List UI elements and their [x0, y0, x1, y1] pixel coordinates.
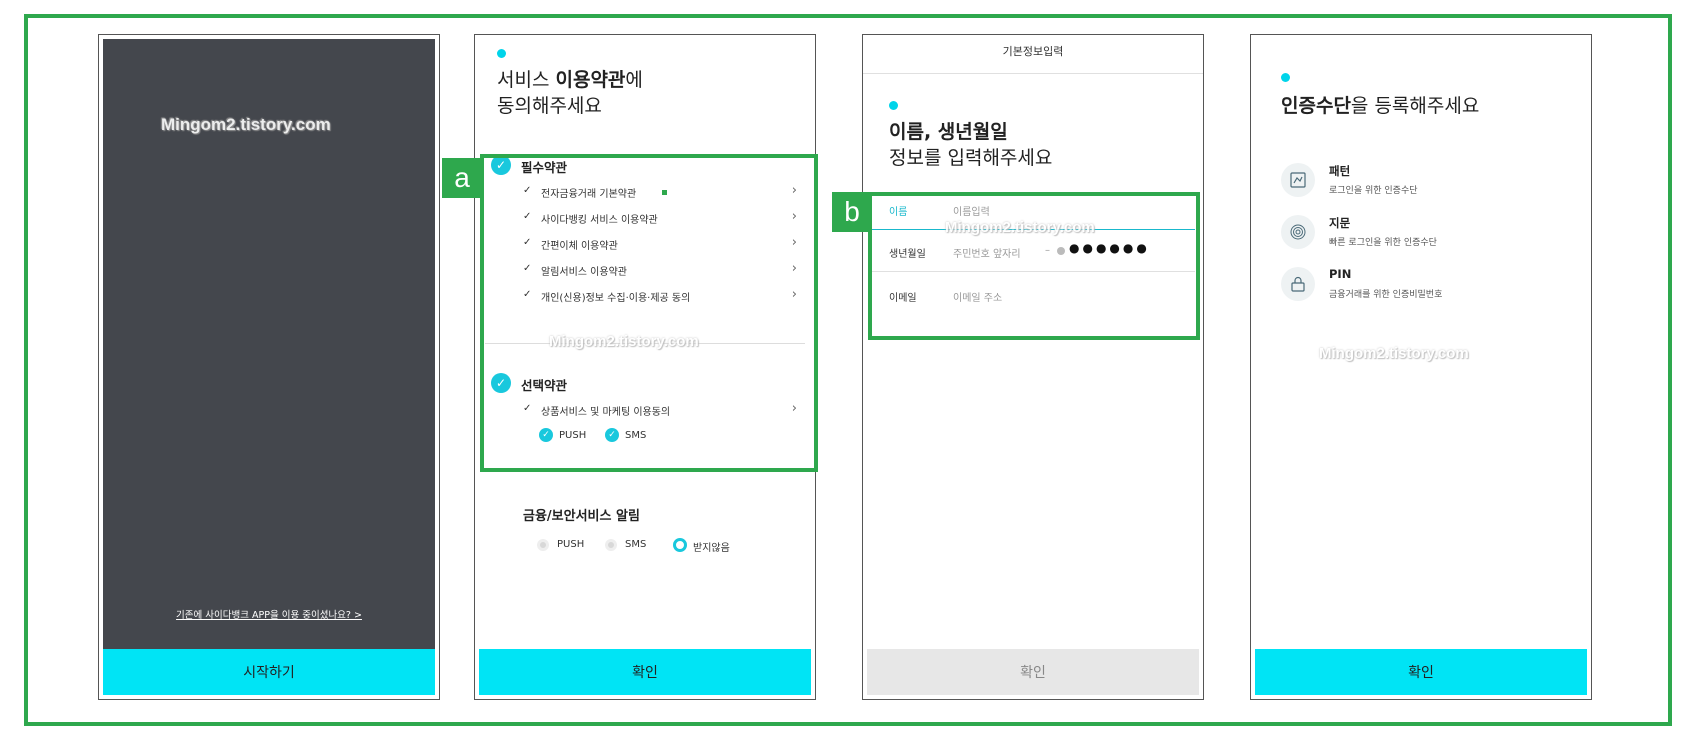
confirm-button[interactable]: 확인: [867, 649, 1199, 695]
pattern-icon[interactable]: [1281, 163, 1315, 197]
notice-label-none: 받지않음: [693, 543, 730, 554]
pin-lock-icon[interactable]: [1281, 267, 1315, 301]
screen-basic-info: 기본정보입력 이름, 생년월일 정보를 입력해주세요 이름 이름입력 Mingo…: [862, 34, 1204, 700]
page-title: 인증수단을 등록해주세요: [1281, 95, 1480, 117]
notice-radio-none[interactable]: [673, 538, 687, 552]
notice-label-sms: SMS: [625, 539, 647, 550]
annotation-dot: [662, 190, 667, 195]
auth-method-title: 지문: [1329, 216, 1351, 230]
confirm-button[interactable]: 확인: [1255, 649, 1587, 695]
notice-radio-sms[interactable]: [605, 539, 617, 551]
screen-splash: Mingom2.tistory.com 기존에 사이다뱅크 APP을 이용 중이…: [98, 34, 440, 700]
splash-background: [103, 39, 435, 695]
auth-method-title: PIN: [1329, 267, 1352, 281]
fingerprint-icon[interactable]: [1281, 215, 1315, 249]
notice-radio-push[interactable]: [537, 539, 549, 551]
progress-dot: [1281, 73, 1290, 82]
auth-method-title: 패턴: [1329, 164, 1351, 178]
progress-dot: [889, 101, 898, 110]
watermark: Mingom2.tistory.com: [161, 115, 331, 134]
screen-auth-method: 인증수단을 등록해주세요 패턴 로그인을 위한 인증수단 지문 빠른 로그인을 …: [1250, 34, 1592, 700]
notice-title: 금융/보안서비스 알림: [523, 509, 640, 524]
notice-label-push: PUSH: [557, 539, 585, 550]
annotation-label-a: a: [442, 158, 482, 198]
auth-method-desc: 빠른 로그인을 위한 인증수단: [1329, 238, 1437, 248]
existing-user-link[interactable]: 기존에 사이다뱅크 APP을 이용 중이셨나요? >: [99, 607, 439, 621]
start-button[interactable]: 시작하기: [103, 649, 435, 695]
watermark: Mingom2.tistory.com: [1319, 345, 1469, 362]
page-title: 이름, 생년월일 정보를 입력해주세요: [889, 121, 1053, 169]
confirm-button[interactable]: 확인: [479, 649, 811, 695]
annotation-label-b: b: [832, 192, 872, 232]
annotation-box-a: [480, 154, 818, 472]
annotation-box-b: [868, 192, 1200, 340]
progress-dot: [497, 49, 506, 58]
page-title: 서비스 이용약관에 동의해주세요: [497, 69, 643, 117]
auth-method-desc: 로그인을 위한 인증수단: [1329, 186, 1418, 196]
auth-method-desc: 금융거래를 위한 인증비밀번호: [1329, 290, 1443, 300]
header-title: 기본정보입력: [1002, 45, 1064, 58]
header-divider: [863, 73, 1203, 74]
